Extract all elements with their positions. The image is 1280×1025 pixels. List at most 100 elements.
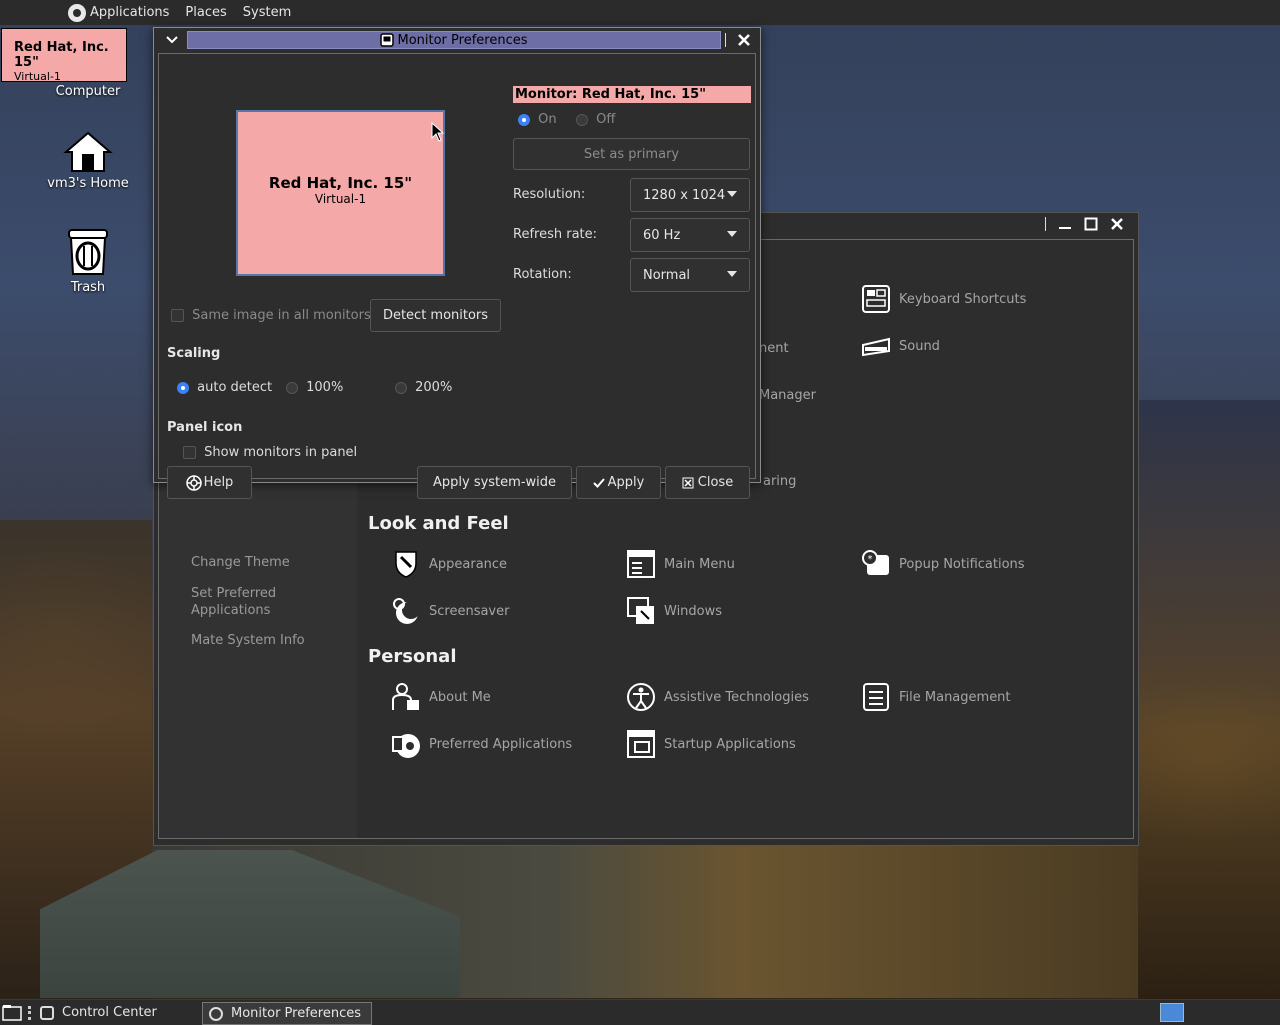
task-monitor-preferences[interactable]: Monitor Preferences	[202, 1002, 372, 1025]
help-button[interactable]: Help	[167, 466, 252, 499]
same-image-checkbox[interactable]	[171, 309, 184, 322]
minimize-icon[interactable]	[1058, 217, 1072, 231]
item-windows[interactable]: Windows	[626, 596, 722, 626]
task-control-center[interactable]: Control Center	[34, 1002, 157, 1023]
sidebar-mate-system-info[interactable]: Mate System Info	[191, 632, 341, 649]
desktop-icon-home[interactable]: vm3's Home	[38, 130, 138, 191]
startup-applications-label: Startup Applications	[664, 736, 796, 752]
about-me-icon	[391, 682, 421, 712]
item-screensaver[interactable]: Screensaver	[391, 596, 509, 626]
partial-item-3[interactable]: aring	[763, 474, 796, 489]
display-app-icon	[380, 33, 395, 47]
monitor-heading: Monitor: Red Hat, Inc. 15"	[513, 86, 751, 103]
mouse-pointer-icon	[431, 122, 445, 142]
sidebar-set-preferred-applications[interactable]: Set Preferred Applications	[191, 585, 341, 619]
refresh-rate-combo[interactable]: 60 Hz	[630, 218, 750, 252]
partial-item-1[interactable]: nent	[759, 341, 789, 356]
resolution-combo[interactable]: 1280 x 1024	[630, 178, 750, 212]
home-label: vm3's Home	[47, 176, 129, 191]
control-center-task-icon	[40, 1005, 54, 1020]
same-image-option[interactable]: Same image in all monitors	[171, 308, 371, 323]
show-monitors-checkbox[interactable]	[183, 446, 196, 459]
detect-monitors-button[interactable]: Detect monitors	[370, 299, 501, 332]
scaling-auto-label: auto detect	[197, 380, 273, 395]
file-management-icon	[861, 682, 891, 712]
preferred-applications-icon	[391, 729, 421, 759]
power-on-label: On	[538, 112, 557, 127]
close-label: Close	[697, 475, 734, 490]
main-menu-label: Main Menu	[664, 556, 735, 572]
mate-foot-icon[interactable]	[68, 3, 86, 22]
chevron-down-icon	[727, 191, 737, 197]
monitor-preferences-titlebar[interactable]: Monitor Preferences	[154, 28, 760, 52]
bottom-panel: Control Center Monitor Preferences	[0, 999, 1280, 1025]
desktop-icon-trash[interactable]: Trash	[38, 226, 138, 295]
partial-item-2[interactable]: Manager	[759, 388, 816, 403]
trash-icon	[68, 229, 108, 275]
power-off-radio[interactable]	[576, 113, 588, 126]
help-icon	[185, 474, 202, 491]
sidebar-change-theme[interactable]: Change Theme	[191, 554, 341, 571]
scaling-100-radio[interactable]	[286, 381, 298, 394]
monitor-preview-sub: Virtual-1	[314, 192, 367, 206]
item-sound[interactable]: Sound	[861, 331, 940, 361]
menu-system[interactable]: System	[243, 5, 291, 20]
panel-icon-title: Panel icon	[167, 420, 243, 435]
appearance-label: Appearance	[429, 556, 508, 572]
power-on-radio[interactable]	[518, 113, 530, 126]
titlebar-separator	[1045, 217, 1046, 231]
show-monitors-option[interactable]: Show monitors in panel	[183, 445, 357, 460]
item-about-me[interactable]: About Me	[391, 682, 491, 712]
scaling-200-radio[interactable]	[395, 381, 407, 394]
apply-system-wide-button[interactable]: Apply system-wide	[417, 466, 572, 499]
scaling-100-option[interactable]: 100%	[286, 380, 343, 395]
item-keyboard-shortcuts[interactable]: Keyboard Shortcuts	[861, 284, 1026, 314]
item-file-management[interactable]: File Management	[861, 682, 1011, 712]
window-menu-chevron-icon[interactable]	[166, 35, 178, 45]
menu-places[interactable]: Places	[185, 5, 226, 20]
item-popup-notifications[interactable]: * Popup Notifications	[861, 549, 1025, 579]
popup-notifications-icon: *	[861, 549, 891, 579]
close-button[interactable]: Close	[665, 466, 750, 499]
titlebar-separator	[725, 33, 726, 47]
chevron-down-icon	[727, 231, 737, 237]
computer-label: Computer	[55, 84, 121, 99]
desktop-icon-computer[interactable]: Computer	[38, 84, 138, 99]
monitor-identify-name: Red Hat, Inc. 15"	[14, 40, 109, 70]
refresh-rate-value: 60 Hz	[643, 227, 681, 243]
item-assistive-technologies[interactable]: Assistive Technologies	[626, 682, 809, 712]
top-panel: Applications Places System	[0, 0, 1280, 25]
power-off-option[interactable]: Off	[576, 112, 615, 127]
item-startup-applications[interactable]: Startup Applications	[626, 729, 796, 759]
menu-applications[interactable]: Applications	[90, 5, 169, 20]
apply-button[interactable]: Apply	[576, 466, 661, 499]
scaling-100-label: 100%	[306, 380, 344, 395]
monitor-preview-box[interactable]: Red Hat, Inc. 15" Virtual-1	[236, 110, 445, 276]
sound-label: Sound	[899, 338, 940, 354]
show-desktop-icon[interactable]	[2, 1004, 22, 1021]
dialog-close-icon[interactable]	[737, 33, 751, 47]
rotation-value: Normal	[643, 267, 691, 283]
item-appearance[interactable]: Appearance	[391, 549, 507, 579]
same-image-label: Same image in all monitors	[192, 308, 371, 323]
maximize-icon[interactable]	[1084, 217, 1098, 231]
item-preferred-applications[interactable]: Preferred Applications	[391, 729, 572, 759]
windows-label: Windows	[664, 603, 723, 619]
scaling-200-label: 200%	[415, 380, 453, 395]
rotation-combo[interactable]: Normal	[630, 258, 750, 292]
workspace-switcher[interactable]	[1160, 1003, 1184, 1022]
appearance-icon	[391, 549, 421, 579]
item-main-menu[interactable]: Main Menu	[626, 549, 735, 579]
power-on-option[interactable]: On	[518, 112, 557, 127]
monitor-layout-preview[interactable]: Red Hat, Inc. 15" Virtual-1	[159, 54, 505, 290]
set-as-primary-button[interactable]: Set as primary	[513, 138, 750, 170]
refresh-rate-label: Refresh rate:	[513, 227, 598, 242]
scaling-200-option[interactable]: 200%	[395, 380, 452, 395]
keyboard-shortcuts-label: Keyboard Shortcuts	[899, 291, 1027, 307]
about-me-label: About Me	[429, 689, 491, 705]
scaling-auto-radio[interactable]	[177, 381, 189, 394]
scaling-auto-option[interactable]: auto detect	[177, 380, 272, 395]
chevron-down-icon	[727, 271, 737, 277]
close-icon[interactable]	[1110, 217, 1124, 231]
monitor-identify-label: Red Hat, Inc. 15" Virtual-1	[1, 28, 127, 83]
